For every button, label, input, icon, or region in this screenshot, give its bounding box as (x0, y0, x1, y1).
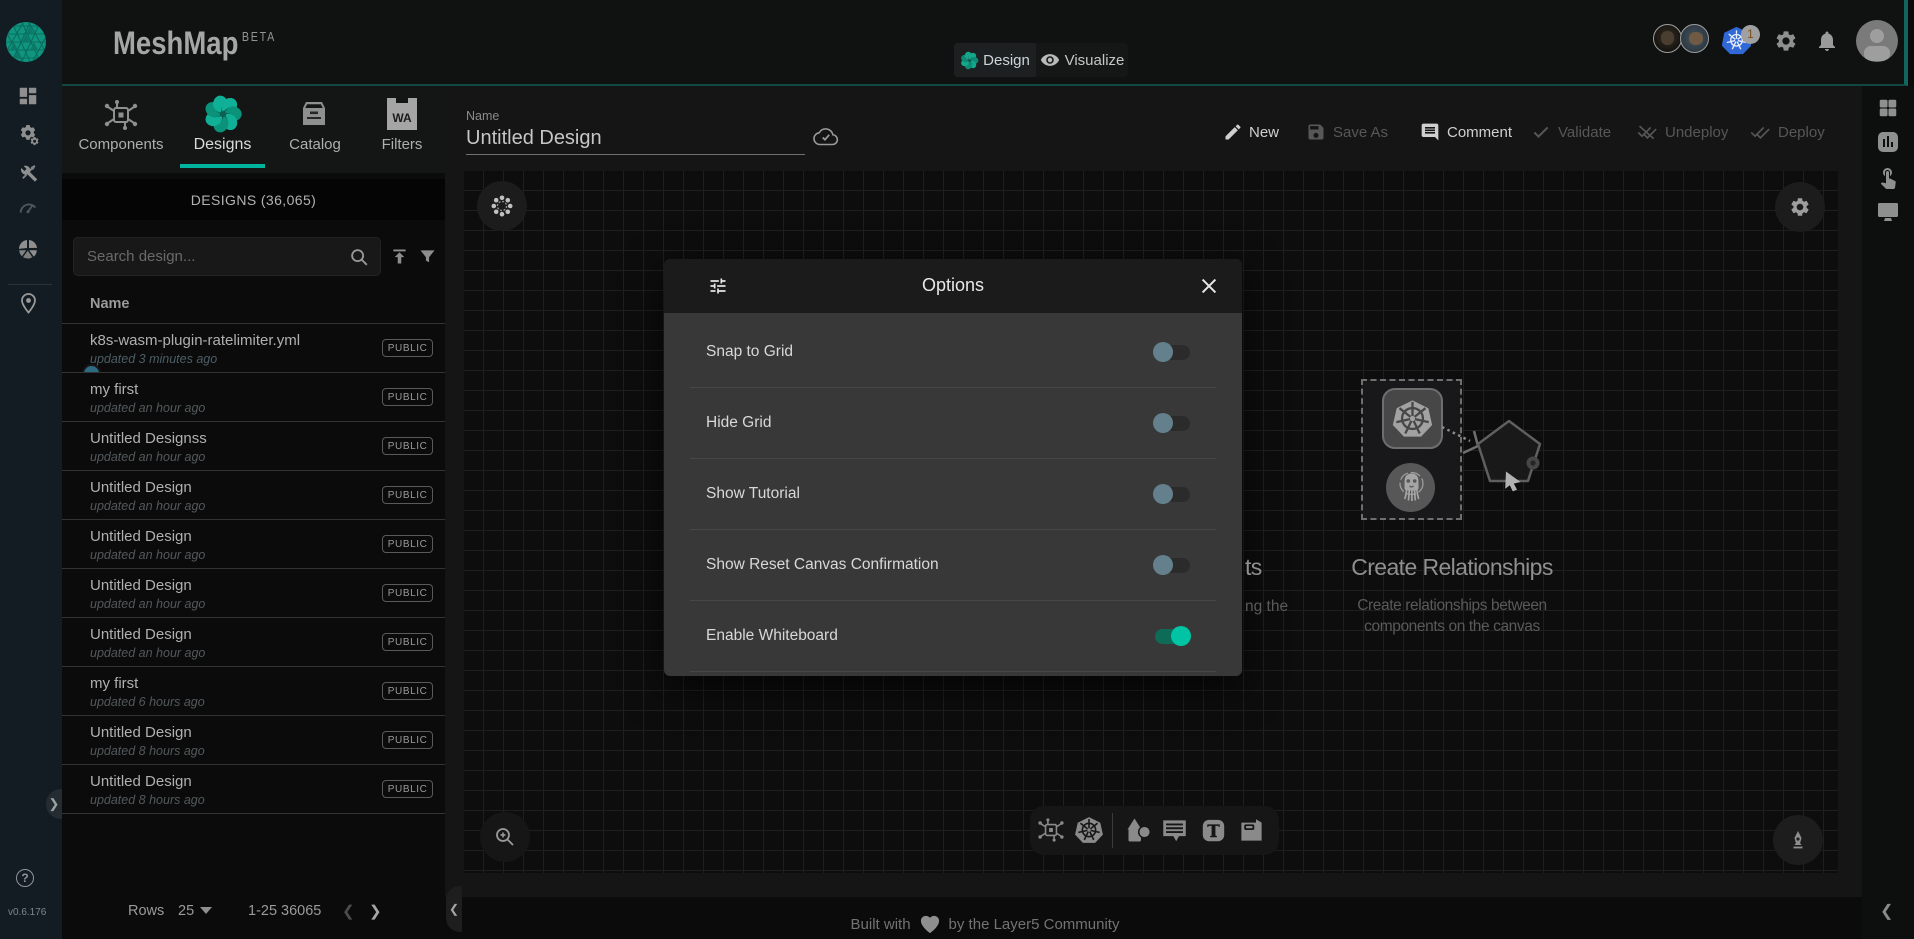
svg-text:WA: WA (392, 111, 412, 125)
